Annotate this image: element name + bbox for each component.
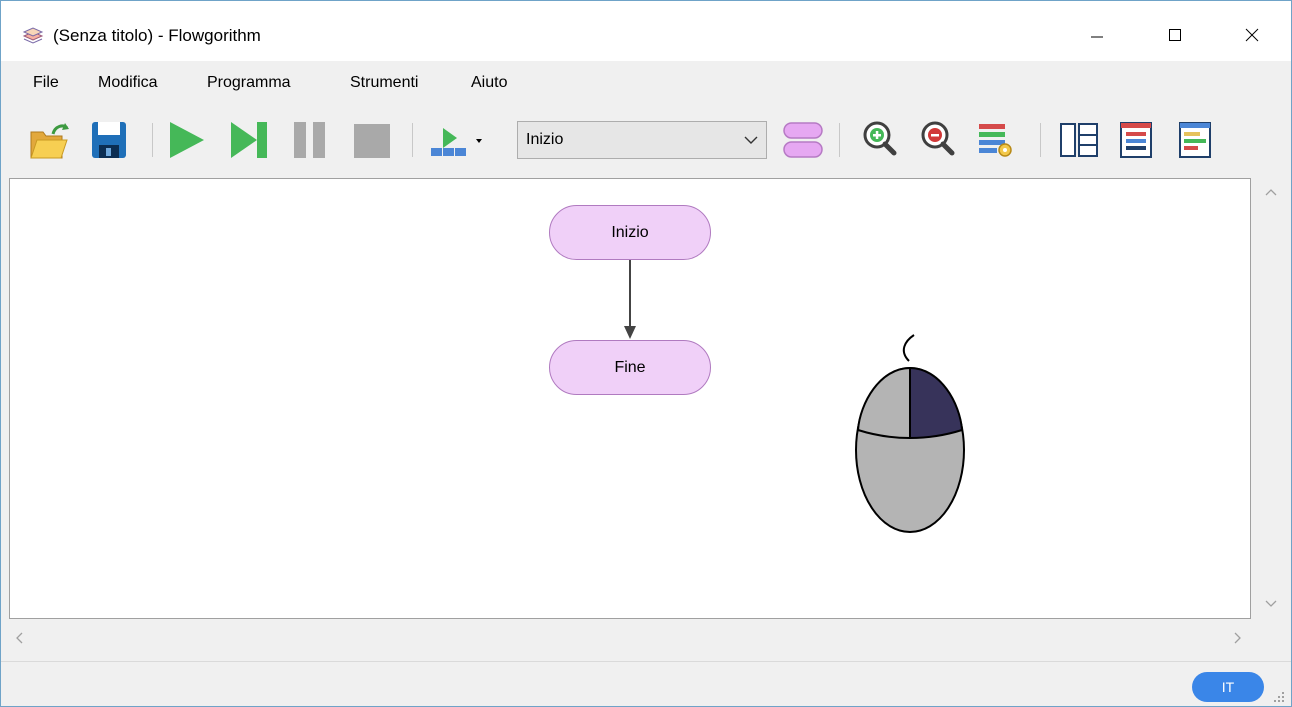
title-bar: (Senza titolo) - Flowgorithm bbox=[1, 1, 1291, 61]
toolbar: Inizio bbox=[1, 105, 1291, 175]
step-icon bbox=[231, 122, 267, 158]
zoom-in-button[interactable] bbox=[861, 118, 905, 162]
variable-watch-button[interactable] bbox=[1059, 118, 1103, 162]
scroll-up-icon[interactable] bbox=[1265, 188, 1277, 196]
layout-settings-button[interactable] bbox=[977, 118, 1021, 162]
zoom-out-button[interactable] bbox=[919, 118, 963, 162]
status-bar: IT bbox=[1, 661, 1291, 706]
scroll-left-icon[interactable] bbox=[15, 632, 23, 644]
source-viewer-icon bbox=[1120, 122, 1152, 158]
close-button[interactable] bbox=[1229, 15, 1275, 55]
app-window: (Senza titolo) - Flowgorithm File Modifi… bbox=[0, 0, 1292, 707]
language-badge[interactable]: IT bbox=[1192, 672, 1264, 702]
mouse-right-click-icon bbox=[855, 334, 965, 533]
vertical-scrollbar[interactable] bbox=[1253, 178, 1289, 619]
maximize-button[interactable] bbox=[1152, 15, 1198, 55]
run-icon bbox=[170, 122, 204, 158]
function-manager-button[interactable] bbox=[782, 118, 826, 162]
toolbar-separator bbox=[412, 123, 413, 157]
maximize-icon bbox=[1169, 29, 1181, 41]
stop-icon bbox=[354, 124, 390, 158]
step-button[interactable] bbox=[229, 118, 273, 162]
resize-grip-icon[interactable] bbox=[1272, 690, 1286, 704]
menu-bar: File Modifica Programma Strumenti Aiuto bbox=[1, 63, 1291, 103]
minimize-button[interactable] bbox=[1074, 15, 1120, 55]
flowgorithm-app-icon bbox=[22, 25, 44, 45]
function-selector[interactable]: Inizio bbox=[517, 121, 767, 159]
open-folder-icon bbox=[30, 123, 69, 159]
zoom-in-icon bbox=[863, 121, 897, 156]
pause-button[interactable] bbox=[291, 118, 335, 162]
flow-arrow[interactable] bbox=[620, 260, 640, 342]
scroll-right-icon[interactable] bbox=[1234, 632, 1242, 644]
start-terminal-label: Inizio bbox=[611, 223, 649, 241]
toolbar-separator bbox=[1040, 123, 1041, 157]
pause-icon bbox=[294, 122, 325, 158]
layout-settings-icon bbox=[979, 124, 1012, 157]
stop-button[interactable] bbox=[353, 118, 397, 162]
menu-file[interactable]: File bbox=[33, 74, 59, 92]
source-viewer-button[interactable] bbox=[1118, 118, 1162, 162]
function-selector-value: Inizio bbox=[526, 131, 564, 148]
menu-programma[interactable]: Programma bbox=[207, 74, 291, 92]
save-button[interactable] bbox=[89, 118, 133, 162]
run-speed-button[interactable] bbox=[429, 118, 495, 162]
toolbar-separator bbox=[152, 123, 153, 157]
run-button[interactable] bbox=[166, 118, 210, 162]
scroll-down-icon[interactable] bbox=[1265, 600, 1277, 608]
menu-modifica[interactable]: Modifica bbox=[98, 74, 158, 92]
menu-aiuto[interactable]: Aiuto bbox=[471, 74, 507, 92]
minimize-icon bbox=[1091, 36, 1103, 38]
console-button[interactable] bbox=[1177, 118, 1221, 162]
horizontal-scrollbar[interactable] bbox=[9, 621, 1253, 657]
close-icon bbox=[1245, 28, 1259, 42]
function-manager-icon bbox=[783, 122, 823, 158]
run-speed-icon bbox=[431, 128, 482, 156]
flowchart-canvas[interactable]: Inizio Fine bbox=[9, 178, 1251, 619]
zoom-out-icon bbox=[921, 121, 955, 156]
toolbar-separator bbox=[839, 123, 840, 157]
menu-strumenti[interactable]: Strumenti bbox=[350, 74, 418, 92]
chevron-down-icon bbox=[744, 136, 758, 144]
save-icon bbox=[92, 122, 126, 158]
open-button[interactable] bbox=[27, 118, 71, 162]
window-title: (Senza titolo) - Flowgorithm bbox=[53, 26, 261, 45]
end-terminal[interactable]: Fine bbox=[549, 340, 711, 395]
start-terminal[interactable]: Inizio bbox=[549, 205, 711, 260]
end-terminal-label: Fine bbox=[614, 358, 646, 376]
console-icon bbox=[1179, 122, 1211, 158]
variable-watch-icon bbox=[1060, 123, 1098, 157]
